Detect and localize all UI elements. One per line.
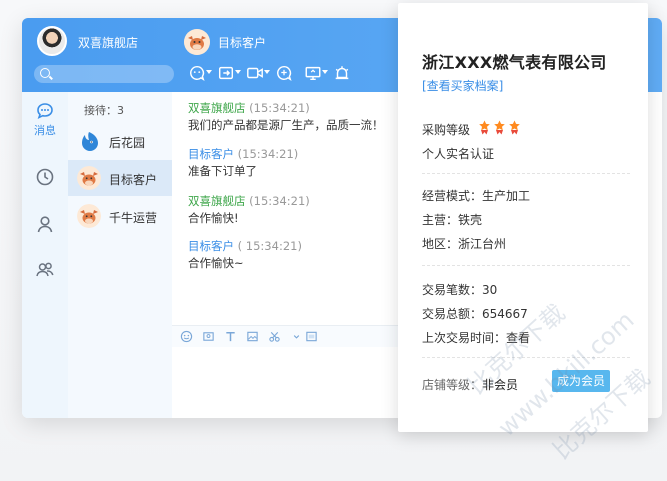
cow-avatar — [77, 166, 101, 190]
message-sender: 双喜旗舰店 — [188, 101, 246, 115]
contact-item-houhuayuan[interactable]: 后花园 — [68, 123, 172, 159]
chevron-down-icon[interactable] — [290, 330, 300, 343]
nav-contacts[interactable] — [22, 214, 68, 234]
company-name: 浙江XXX燃气表有限公司 — [422, 53, 607, 72]
nav-messages[interactable]: 消息 — [22, 101, 68, 138]
message-text: 我们的产品都是源厂生产，品质一流！ — [188, 118, 384, 132]
text-icon[interactable] — [224, 330, 237, 343]
message-sender: 目标客户 — [188, 239, 234, 253]
search-input[interactable] — [34, 65, 174, 83]
message-text: 合作愉快! — [188, 211, 239, 225]
transfer-icon[interactable] — [216, 64, 241, 84]
contact-name: 后花园 — [109, 136, 146, 150]
scissors-icon[interactable] — [268, 330, 281, 343]
message-time: (15:34:21) — [237, 147, 299, 161]
emoji-chat-icon[interactable] — [187, 64, 212, 84]
main-product: 主营：铁壳 — [422, 213, 483, 227]
trade-count: 交易笔数：30 — [422, 283, 498, 297]
contact-item-qianniu[interactable]: 千牛运营 — [68, 198, 172, 234]
search-icon — [40, 68, 50, 78]
message: 目标客户 (15:34:21) 准备下订单了 — [188, 146, 298, 180]
message-time: (15:34:21) — [249, 194, 310, 208]
cow-icon — [184, 29, 210, 55]
user-icon — [37, 216, 53, 233]
smile-icon[interactable] — [180, 330, 193, 343]
clock-icon — [36, 168, 54, 186]
contact-name: 目标客户 — [218, 36, 267, 50]
nav-messages-label: 消息 — [34, 124, 56, 137]
bird-icon — [82, 132, 98, 151]
contact-list: 接待：3 后花园 目标客户 千牛运营 — [68, 92, 172, 418]
message-text: 合作愉快~ — [188, 256, 244, 270]
contact-name: 目标客户 — [109, 173, 158, 187]
user-avatar[interactable] — [37, 26, 67, 56]
alarm-icon[interactable] — [332, 64, 352, 84]
trade-total: 交易总额：654667 — [422, 307, 528, 321]
image-icon[interactable] — [202, 330, 215, 343]
message: 目标客户 ( 15:34:21) 合作愉快~ — [188, 238, 302, 272]
cow-avatar — [77, 204, 101, 228]
message-sender: 目标客户 — [188, 147, 234, 161]
divider — [422, 265, 630, 266]
verification-status: 个人实名认证 — [422, 147, 495, 161]
group-icon — [36, 262, 54, 277]
contact-name: 千牛运营 — [109, 211, 158, 225]
input-toolbar — [172, 325, 402, 347]
waiting-count: 接待：3 — [84, 104, 124, 117]
picture-icon[interactable] — [246, 330, 259, 343]
video-icon[interactable] — [245, 64, 270, 84]
buyer-info-card: 浙江XXX燃气表有限公司 [查看买家档案] 采购等级 个人实名认证 经营模式：生… — [398, 3, 648, 432]
cow-icon — [77, 166, 101, 190]
message-text: 准备下订单了 — [188, 164, 257, 178]
photo-icon[interactable] — [305, 330, 318, 343]
message-sender: 双喜旗舰店 — [188, 194, 246, 208]
crown-badge-icon — [494, 120, 505, 135]
contact-item-target-customer[interactable]: 目标客户 — [68, 160, 172, 196]
crown-badge-icon — [509, 120, 520, 135]
nav-recent[interactable] — [22, 167, 68, 187]
business-mode: 经营模式：生产加工 — [422, 189, 531, 203]
message-time: (15:34:21) — [249, 101, 310, 115]
cow-icon — [77, 204, 101, 228]
view-buyer-profile-link[interactable]: [查看买家档案] — [422, 77, 503, 94]
buyer-level-stars — [478, 120, 521, 135]
chat-toolbar — [187, 64, 352, 84]
message: 双喜旗舰店 (15:34:21) 我们的产品都是源厂生产，品质一流！ — [188, 100, 384, 134]
nav-groups[interactable] — [22, 259, 68, 279]
screen-share-icon[interactable] — [303, 64, 328, 84]
region: 地区：浙江台州 — [422, 237, 507, 251]
add-emoji-icon[interactable] — [274, 64, 294, 84]
stage: 双喜旗舰店 目标客户 消息 接待：3 后花园 目标客户 千牛运营 双喜旗舰店 (… — [0, 0, 667, 481]
message-area: 双喜旗舰店 (15:34:21) 我们的产品都是源厂生产，品质一流！ 目标客户 … — [172, 92, 402, 418]
buyer-level-label: 采购等级 — [422, 123, 471, 137]
message: 双喜旗舰店 (15:34:21) 合作愉快! — [188, 193, 310, 227]
message-icon — [37, 103, 53, 120]
contact-avatar[interactable] — [184, 29, 210, 55]
left-nav: 消息 — [22, 92, 68, 418]
bird-avatar — [77, 129, 101, 153]
user-name: 双喜旗舰店 — [78, 36, 139, 50]
message-time: ( 15:34:21) — [237, 239, 302, 253]
crown-badge-icon — [479, 120, 490, 135]
divider — [422, 173, 630, 174]
